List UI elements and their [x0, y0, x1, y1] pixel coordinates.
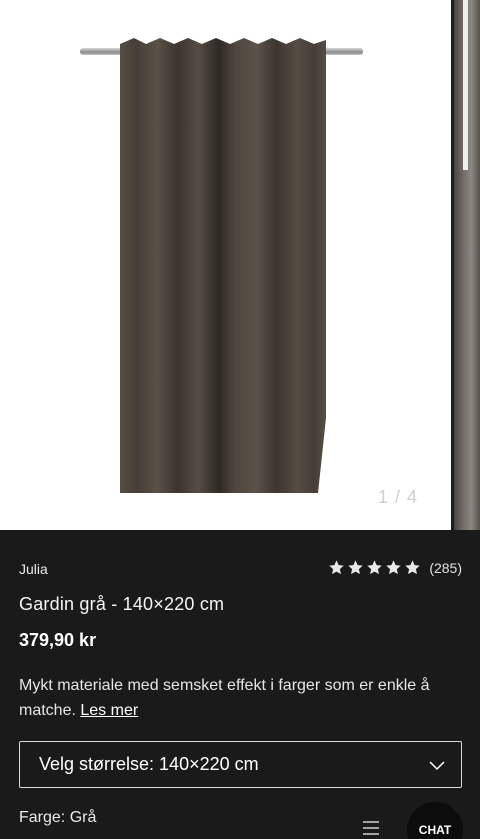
menu-icon[interactable]: [363, 821, 379, 835]
star-icon: [385, 559, 402, 576]
product-image[interactable]: 1 / 4: [0, 0, 445, 530]
color-value: Grå: [69, 809, 97, 826]
product-description: Mykt materiale med semsket effekt i farg…: [19, 673, 469, 723]
image-divider: [451, 0, 454, 530]
product-brand[interactable]: Julia: [19, 561, 48, 577]
star-icon: [347, 559, 364, 576]
star-icon: [404, 559, 421, 576]
color-info: Farge: Grå: [19, 809, 96, 827]
read-more-link[interactable]: Les mer: [80, 702, 138, 719]
size-select-label: Velg størrelse: 140×220 cm: [39, 754, 259, 774]
chat-button[interactable]: CHAT: [407, 802, 463, 839]
size-select[interactable]: Velg størrelse: 140×220 cm: [19, 741, 462, 788]
product-info: Julia (285) Gardin grå - 140×220 cm 379,…: [0, 530, 480, 839]
product-price: 379,90 kr: [19, 630, 97, 650]
chevron-down-icon: [429, 758, 445, 771]
curtain-image: [120, 38, 326, 493]
rating-count: (285): [429, 559, 462, 576]
product-rating[interactable]: (285): [328, 559, 462, 576]
product-image-gallery[interactable]: 1 / 4: [0, 0, 480, 530]
star-icon: [366, 559, 383, 576]
product-title: Gardin grå - 140×220 cm: [19, 594, 225, 614]
star-icon: [328, 559, 345, 576]
color-label: Farge:: [19, 809, 66, 826]
next-image-preview[interactable]: [451, 0, 480, 530]
image-counter: 1 / 4: [378, 487, 419, 507]
window-frame-image: [463, 0, 468, 170]
